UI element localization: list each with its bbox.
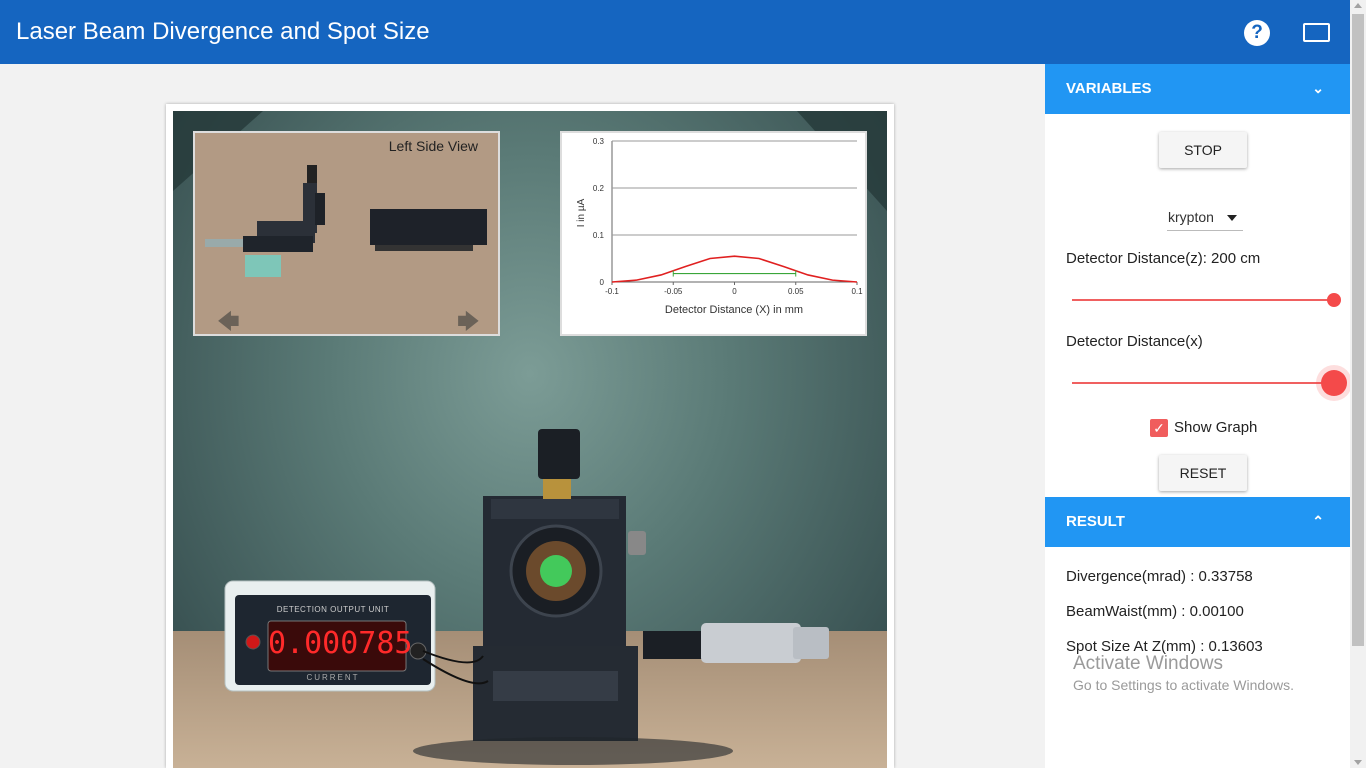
current-readout: 0.000785 (268, 626, 413, 661)
detection-unit-sublabel: CURRENT (306, 673, 360, 682)
result-header[interactable]: RESULT ⌃ (1045, 497, 1350, 547)
caret-down-icon (1227, 215, 1237, 221)
divergence-result: Divergence(mrad) : 0.33758 (1066, 568, 1253, 585)
power-button[interactable] (246, 635, 260, 649)
laser-select[interactable]: krypton (1167, 207, 1243, 231)
fullscreen-icon[interactable] (1303, 23, 1330, 42)
beam-waist-result: BeamWaist(mm) : 0.00100 (1066, 603, 1244, 620)
app-header: Laser Beam Divergence and Spot Size ? (0, 0, 1350, 64)
show-graph-label: Show Graph (1174, 419, 1258, 436)
app-title: Laser Beam Divergence and Spot Size (16, 18, 430, 45)
reset-button[interactable]: RESET (1159, 455, 1247, 491)
detector-z-label: Detector Distance(z): 200 cm (1066, 250, 1261, 267)
apparatus-illustration (224, 429, 829, 765)
variables-title: VARIABLES (1066, 80, 1152, 97)
activate-windows-title: Activate Windows (1073, 653, 1223, 674)
scrollbar-thumb[interactable] (1352, 14, 1364, 646)
detector-x-slider-thumb[interactable] (1321, 370, 1347, 396)
detector-x-label: Detector Distance(x) (1066, 333, 1203, 350)
detector-z-slider-thumb[interactable] (1327, 293, 1341, 307)
detector-z-slider[interactable] (1072, 299, 1334, 301)
detection-unit-label: DETECTION OUTPUT UNIT (276, 605, 390, 614)
scroll-up-icon[interactable] (1354, 3, 1362, 8)
micrometer-knob[interactable] (791, 623, 831, 663)
stop-button[interactable]: STOP (1159, 132, 1247, 168)
result-title: RESULT (1066, 513, 1125, 530)
chevron-down-icon[interactable]: ⌄ (1312, 80, 1324, 97)
question-circle-icon[interactable]: ? (1244, 20, 1270, 46)
activate-windows-subtitle: Go to Settings to activate Windows. (1073, 677, 1294, 693)
variables-header[interactable]: VARIABLES ⌄ (1045, 64, 1350, 114)
scroll-down-icon[interactable] (1354, 760, 1362, 765)
laser-select-value: krypton (1168, 209, 1214, 225)
chevron-up-icon[interactable]: ⌃ (1312, 513, 1324, 530)
show-graph-checkbox[interactable]: ✓ (1150, 419, 1168, 437)
simulation-canvas: Left Side View 🡄 🡆 I in µA Detector Dist… (173, 111, 887, 768)
detector-x-slider[interactable] (1072, 382, 1334, 384)
page-scrollbar[interactable] (1350, 0, 1366, 768)
